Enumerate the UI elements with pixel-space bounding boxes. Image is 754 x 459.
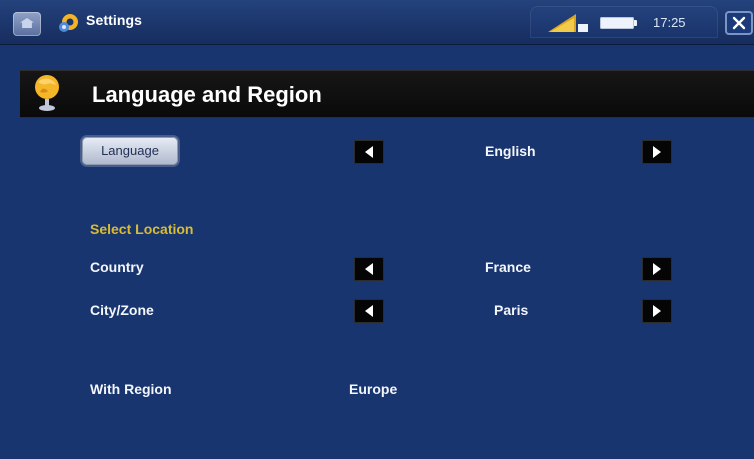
country-value: France: [485, 259, 531, 275]
close-button[interactable]: [725, 11, 753, 35]
right-arrow-icon: [653, 146, 661, 158]
city-zone-previous-button[interactable]: [354, 299, 384, 323]
language-button[interactable]: Language: [82, 137, 178, 165]
region-label: With Region: [90, 381, 172, 397]
country-next-button[interactable]: [642, 257, 672, 281]
left-arrow-icon: [365, 146, 373, 158]
left-arrow-icon: [365, 305, 373, 317]
country-previous-button[interactable]: [354, 257, 384, 281]
language-previous-button[interactable]: [354, 140, 384, 164]
battery-icon: [600, 17, 637, 29]
language-next-button[interactable]: [642, 140, 672, 164]
city-zone-label: City/Zone: [90, 302, 154, 318]
city-zone-value: Paris: [494, 302, 529, 318]
globe-icon: [35, 75, 59, 111]
clock: 17:25: [653, 15, 686, 30]
settings-icon: [59, 14, 78, 32]
section-title: Language and Region: [92, 82, 322, 107]
right-arrow-icon: [653, 263, 661, 275]
right-arrow-icon: [653, 305, 661, 317]
home-button[interactable]: [13, 12, 41, 36]
signal-icon: [548, 14, 588, 32]
city-zone-next-button[interactable]: [642, 299, 672, 323]
region-value: Europe: [349, 381, 398, 397]
country-label: Country: [90, 259, 144, 275]
left-arrow-icon: [365, 263, 373, 275]
app-title: Settings: [86, 12, 143, 28]
language-value: English: [485, 143, 536, 159]
select-location-heading: Select Location: [90, 221, 194, 237]
close-icon: [732, 16, 746, 30]
